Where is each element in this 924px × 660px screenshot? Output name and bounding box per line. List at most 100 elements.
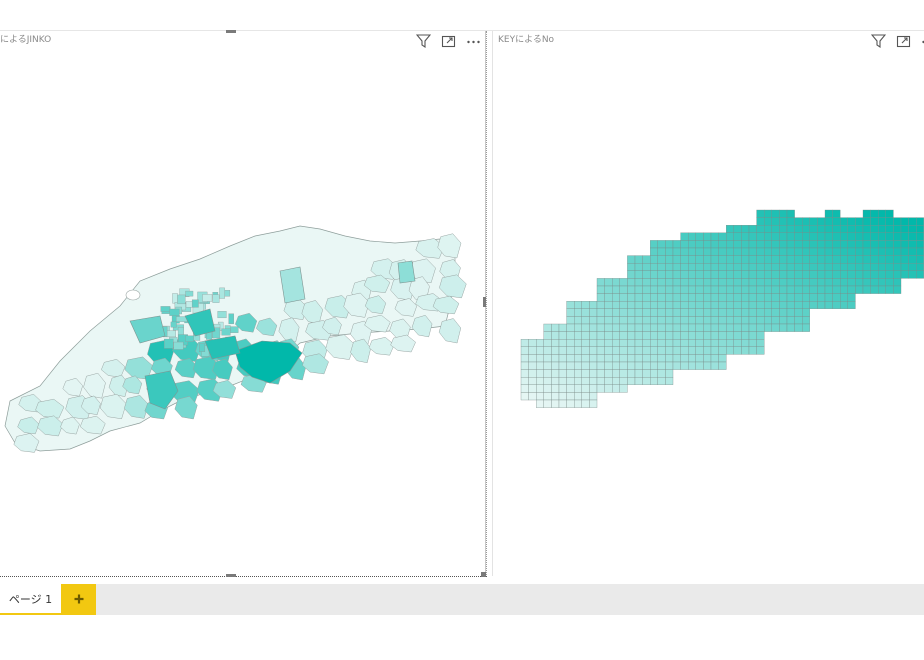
map-region[interactable] xyxy=(199,343,206,352)
grid-cell[interactable] xyxy=(764,270,772,279)
grid-cell[interactable] xyxy=(688,278,696,287)
grid-cell[interactable] xyxy=(596,339,605,347)
grid-cell[interactable] xyxy=(847,240,856,249)
grid-cell[interactable] xyxy=(794,263,803,271)
map-region[interactable] xyxy=(169,308,180,316)
grid-cell[interactable] xyxy=(566,339,575,347)
grid-cell[interactable] xyxy=(771,232,780,241)
grid-cell[interactable] xyxy=(832,278,841,287)
grid-cell[interactable] xyxy=(832,225,841,233)
grid-cell[interactable] xyxy=(756,255,765,264)
choropleth-map[interactable] xyxy=(0,31,485,576)
grid-cell[interactable] xyxy=(802,293,810,302)
grid-cell[interactable] xyxy=(900,263,909,271)
grid-cell[interactable] xyxy=(817,217,826,226)
grid-cell[interactable] xyxy=(604,293,613,302)
grid-cell[interactable] xyxy=(748,316,757,325)
grid-cell[interactable] xyxy=(642,316,651,325)
grid-cell[interactable] xyxy=(528,369,537,378)
grid-cell[interactable] xyxy=(657,346,666,355)
grid-cell[interactable] xyxy=(665,270,674,279)
grid-cell[interactable] xyxy=(672,331,681,340)
grid-cell[interactable] xyxy=(908,217,917,226)
grid-cell[interactable] xyxy=(574,316,582,325)
grid-cell[interactable] xyxy=(741,323,750,332)
grid-cell[interactable] xyxy=(847,232,856,241)
grid-cell[interactable] xyxy=(688,354,696,363)
grid-cell[interactable] xyxy=(862,278,871,287)
grid-cell[interactable] xyxy=(802,247,810,256)
grid-cell[interactable] xyxy=(680,293,689,302)
grid-cell[interactable] xyxy=(726,232,734,241)
grid-cell[interactable] xyxy=(748,278,757,287)
grid-cell[interactable] xyxy=(878,232,886,241)
grid-cell[interactable] xyxy=(733,316,742,325)
grid-cell[interactable] xyxy=(551,346,560,355)
grid-cell[interactable] xyxy=(596,346,605,355)
grid-cell[interactable] xyxy=(817,247,826,256)
grid-cell[interactable] xyxy=(672,255,681,264)
grid-cell[interactable] xyxy=(581,308,590,317)
grid-cell[interactable] xyxy=(558,331,567,340)
grid-cell[interactable] xyxy=(604,361,613,370)
grid-cell[interactable] xyxy=(847,301,856,309)
grid-cell[interactable] xyxy=(832,293,841,302)
grid-cell[interactable] xyxy=(627,377,636,385)
grid-cell[interactable] xyxy=(566,316,575,325)
grid-cell[interactable] xyxy=(619,377,628,385)
grid-cell[interactable] xyxy=(870,270,879,279)
grid-cell[interactable] xyxy=(543,392,552,401)
grid-cell[interactable] xyxy=(589,369,598,378)
grid-cell[interactable] xyxy=(741,346,750,355)
grid-cell[interactable] xyxy=(657,301,666,309)
grid-cell[interactable] xyxy=(566,301,575,309)
grid-cell[interactable] xyxy=(574,392,582,401)
grid-cell[interactable] xyxy=(916,225,924,233)
grid-cell[interactable] xyxy=(741,331,750,340)
grid-cell[interactable] xyxy=(809,240,818,249)
grid-cell[interactable] xyxy=(878,263,886,271)
grid-cell[interactable] xyxy=(847,263,856,271)
grid-cell[interactable] xyxy=(786,263,795,271)
grid-cell[interactable] xyxy=(703,316,712,325)
grid-cell[interactable] xyxy=(695,331,704,340)
grid-cell[interactable] xyxy=(764,301,772,309)
grid-cell[interactable] xyxy=(612,301,620,309)
grid-cell[interactable] xyxy=(756,247,765,256)
grid-cell[interactable] xyxy=(627,270,636,279)
grid-cell[interactable] xyxy=(764,225,772,233)
grid-cell[interactable] xyxy=(642,285,651,294)
grid-cell[interactable] xyxy=(878,225,886,233)
grid-cell[interactable] xyxy=(581,301,590,309)
grid-cell[interactable] xyxy=(726,323,734,332)
grid-cell[interactable] xyxy=(741,293,750,302)
grid-cell[interactable] xyxy=(840,232,848,241)
grid-cell[interactable] xyxy=(840,293,848,302)
grid-cell[interactable] xyxy=(726,331,734,340)
grid-cell[interactable] xyxy=(802,270,810,279)
grid-cell[interactable] xyxy=(688,263,696,271)
grid-cell[interactable] xyxy=(779,293,788,302)
grid-cell[interactable] xyxy=(741,247,750,256)
grid-cell[interactable] xyxy=(794,217,803,226)
grid-cell[interactable] xyxy=(672,293,681,302)
grid-cell[interactable] xyxy=(558,384,567,393)
grid-cell[interactable] xyxy=(718,232,727,241)
grid-cell[interactable] xyxy=(695,316,704,325)
grid-cell[interactable] xyxy=(870,255,879,264)
grid-cell[interactable] xyxy=(634,308,643,317)
grid-cell[interactable] xyxy=(536,392,544,401)
grid-cell[interactable] xyxy=(870,263,879,271)
grid-cell[interactable] xyxy=(794,285,803,294)
grid-cell[interactable] xyxy=(817,293,826,302)
grid-cell[interactable] xyxy=(710,232,719,241)
grid-cell[interactable] xyxy=(536,399,544,408)
grid-cell[interactable] xyxy=(634,377,643,385)
grid-cell[interactable] xyxy=(824,301,833,309)
grid-cell[interactable] xyxy=(581,361,590,370)
grid-cell[interactable] xyxy=(733,270,742,279)
grid-cell[interactable] xyxy=(832,247,841,256)
grid-cell[interactable] xyxy=(589,316,598,325)
grid-cell[interactable] xyxy=(612,331,620,340)
grid-cell[interactable] xyxy=(794,270,803,279)
